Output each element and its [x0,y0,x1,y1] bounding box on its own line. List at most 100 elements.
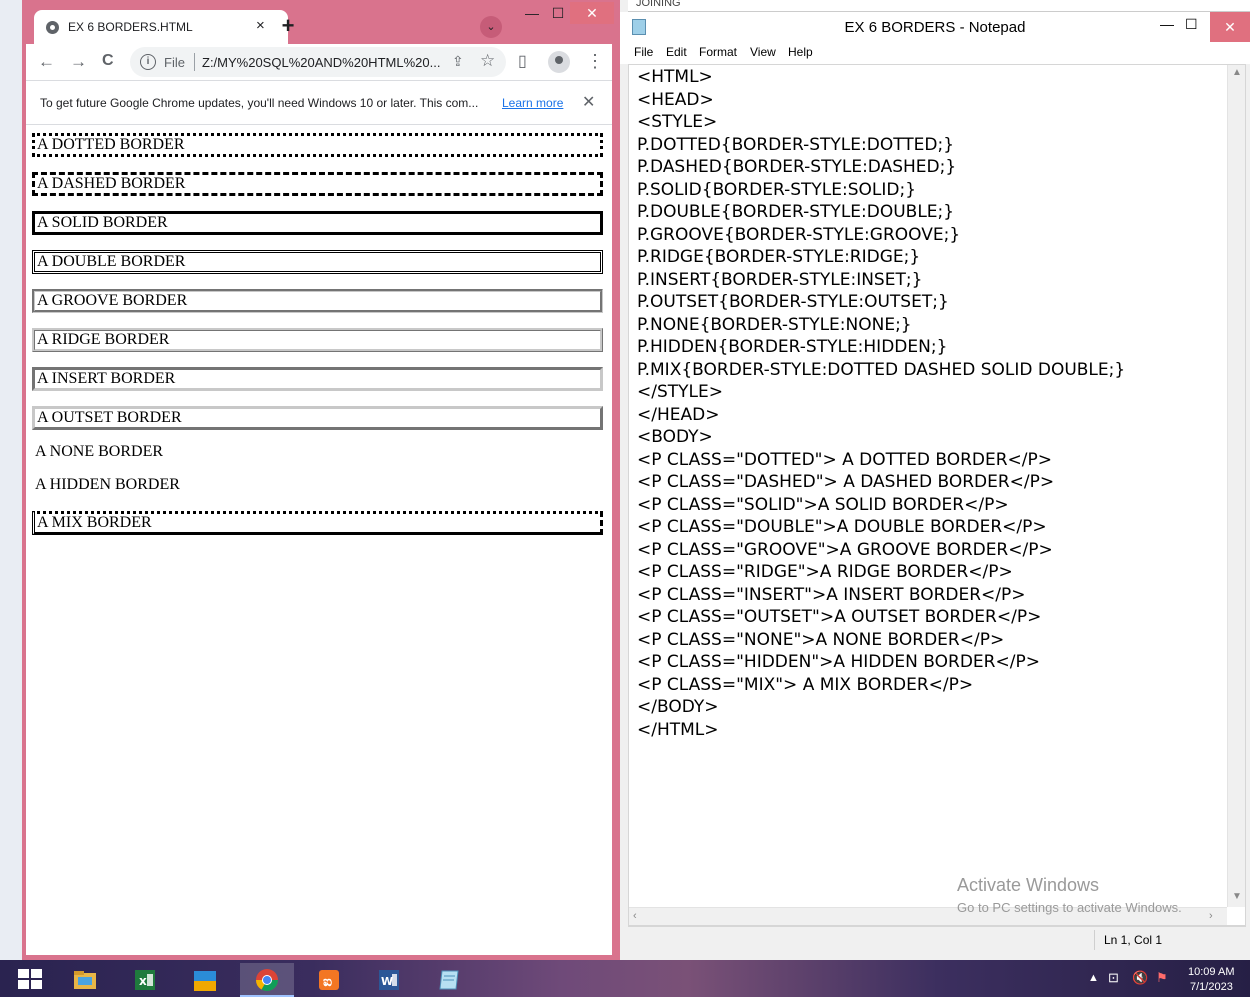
update-infobar: To get future Google Chrome updates, you… [26,80,612,125]
notepad-icon [439,970,459,990]
notepad-maximize-button[interactable]: ☐ [1185,16,1198,33]
text-editor[interactable]: <HTML> <HEAD> <STYLE> P.DOTTED{BORDER-STYLE… [628,64,1246,926]
code-line: P.INSERT{BORDER-STYLE:INSET;} [637,269,923,290]
url-text: Z:/MY%20SQL%20AND%20HTML%20... [202,55,441,70]
code-line: <P CLASS="DASHED"> A DASHED BORDER</P> [637,472,1055,492]
code-line: </BODY> [637,697,719,717]
scroll-up-icon[interactable]: ▲ [1232,67,1242,78]
code-line: </HTML> [637,719,719,740]
activate-windows-watermark: Activate Windows Go to PC settings to ac… [957,875,1182,915]
notepad-statusbar: Ln 1, Col 1 [628,926,1246,952]
scroll-down-icon[interactable]: ▼ [1232,891,1242,902]
action-center-flag-icon[interactable]: ⚑ [1156,970,1168,986]
background-window-title: JOINING [636,0,681,9]
code-text: <HTML> <HEAD> <STYLE> P.DOTTED{BORDER-STYLE… [637,66,1125,741]
url-protocol: File [164,55,185,70]
taskbar-chrome[interactable] [240,963,294,997]
svg-text:ಐ: ಐ [323,974,332,990]
groove-border-paragraph: A GROOVE BORDER [32,289,603,313]
code-line: P.MIX{BORDER-STYLE:DOTTED DASHED SOLID D… [637,359,1126,380]
menu-icon[interactable]: ⋮ [586,51,604,72]
hidden-border-paragraph: A HIDDEN BORDER [35,476,180,493]
code-line: <P CLASS="RIDGE">A RIDGE BORDER</P> [637,562,1013,582]
code-line: P.HIDDEN{BORDER-STYLE:HIDDEN;} [637,337,948,357]
bookmark-star-icon[interactable]: ☆ [480,51,495,71]
maximize-button[interactable]: ☐ [546,2,570,24]
clock-time[interactable]: 10:09 AM [1188,966,1234,978]
back-icon[interactable]: ← [38,52,55,72]
tab-ex6-borders[interactable]: EX 6 BORDERS.HTML × [34,10,288,44]
code-line: <HEAD> [637,89,714,110]
code-line: <BODY> [637,427,713,447]
minimize-button[interactable]: — [520,2,544,24]
code-line: P.DOUBLE{BORDER-STYLE:DOUBLE;} [637,202,955,222]
watermark-title: Activate Windows [957,875,1100,895]
menu-edit[interactable]: Edit [666,45,687,59]
watermark-subtitle: Go to PC settings to activate Windows. [957,900,1182,915]
code-line: </STYLE> [637,382,723,402]
menu-file[interactable]: File [634,45,653,59]
svg-text:W: W [381,975,393,988]
new-tab-button[interactable]: + [274,12,302,40]
code-line: <P CLASS="DOTTED"> A DOTTED BORDER</P> [637,449,1053,470]
taskbar-file-explorer[interactable] [58,963,112,997]
close-button[interactable]: ✕ [570,2,614,24]
network-icon[interactable]: ⊡ [1108,970,1119,986]
taskbar-xampp[interactable]: ಐ [302,963,356,997]
volume-muted-icon[interactable]: 🔇 [1132,970,1148,986]
share-icon[interactable]: ⇪ [452,53,464,70]
code-line: <P CLASS="HIDDEN">A HIDDEN BORDER</P> [637,652,1040,672]
taskbar-word[interactable]: W [362,963,416,997]
taskbar-notepad[interactable] [422,963,476,997]
profile-avatar-icon[interactable] [548,51,570,73]
forward-icon[interactable]: → [70,52,87,72]
chrome-window: EX 6 BORDERS.HTML × + ⌄ — ☐ ✕ ← → C i Fi… [22,0,620,960]
solid-border-paragraph: A SOLID BORDER [32,211,603,235]
address-bar[interactable]: i File Z:/MY%20SQL%20AND%20HTML%20... ⇪ … [130,47,506,77]
url-separator [194,53,195,71]
menu-view[interactable]: View [750,45,776,59]
code-line: P.SOLID{BORDER-STYLE:SOLID;} [637,179,917,200]
code-line: P.GROOVE{BORDER-STYLE:GROOVE;} [637,224,961,245]
reload-icon[interactable]: C [102,52,114,70]
notepad-close-button[interactable]: ✕ [1210,12,1250,42]
code-line: <P CLASS="GROOVE">A GROOVE BORDER</P> [637,539,1053,560]
notepad-minimize-button[interactable]: — [1160,16,1174,32]
tab-search-button[interactable]: ⌄ [480,16,502,38]
learn-more-link[interactable]: Learn more [502,96,563,110]
windows-start-icon[interactable] [18,969,42,989]
chrome-icon [256,969,278,991]
ridge-border-paragraph: A RIDGE BORDER [32,328,603,352]
taskbar: x ಐ W ▲ ⊡ 🔇 ⚑ 10:09 AM 7/1/2023 [0,960,1250,997]
menu-help[interactable]: Help [788,45,813,59]
code-line: <P CLASS="SOLID">A SOLID BORDER</P> [637,494,1009,515]
infobar-close-icon[interactable]: ✕ [582,92,595,112]
desktop-strip [0,0,22,960]
taskbar-store[interactable] [178,963,232,997]
code-line: P.RIDGE{BORDER-STYLE:RIDGE;} [637,247,921,267]
side-panel-icon[interactable]: ▯ [518,51,527,71]
code-line: P.OUTSET{BORDER-STYLE:OUTSET;} [637,292,949,312]
browser-toolbar: ← → C i File Z:/MY%20SQL%20AND%20HTML%20… [26,44,612,80]
vertical-scrollbar[interactable]: ▲ ▼ [1227,65,1245,907]
tab-close-icon[interactable]: × [256,17,265,34]
code-line: <P CLASS="MIX"> A MIX BORDER</P> [637,674,974,695]
scroll-left-icon[interactable]: ‹ [633,910,637,922]
code-line: P.NONE{BORDER-STYLE:NONE;} [637,314,912,335]
xampp-icon: ಐ [319,970,339,990]
dashed-border-paragraph: A DASHED BORDER [32,172,603,196]
clock-date[interactable]: 7/1/2023 [1190,981,1233,993]
tray-chevron-icon[interactable]: ▲ [1088,972,1099,984]
scroll-right-icon[interactable]: › [1209,910,1213,922]
excel-icon: x [135,970,155,990]
mix-border-paragraph: A MIX BORDER [32,511,603,535]
taskbar-excel[interactable]: x [118,963,172,997]
code-line: P.DASHED{BORDER-STYLE:DASHED;} [637,157,957,177]
notepad-window: JOINING EX 6 BORDERS - Notepad — ☐ ✕ Fil… [620,0,1250,960]
background-window-strip: JOINING [628,0,1250,12]
menu-format[interactable]: Format [699,45,737,59]
notepad-title: EX 6 BORDERS - Notepad [844,19,1026,36]
outset-border-paragraph: A OUTSET BORDER [32,406,603,430]
tab-title: EX 6 BORDERS.HTML [68,20,193,34]
site-info-icon[interactable]: i [140,54,156,70]
